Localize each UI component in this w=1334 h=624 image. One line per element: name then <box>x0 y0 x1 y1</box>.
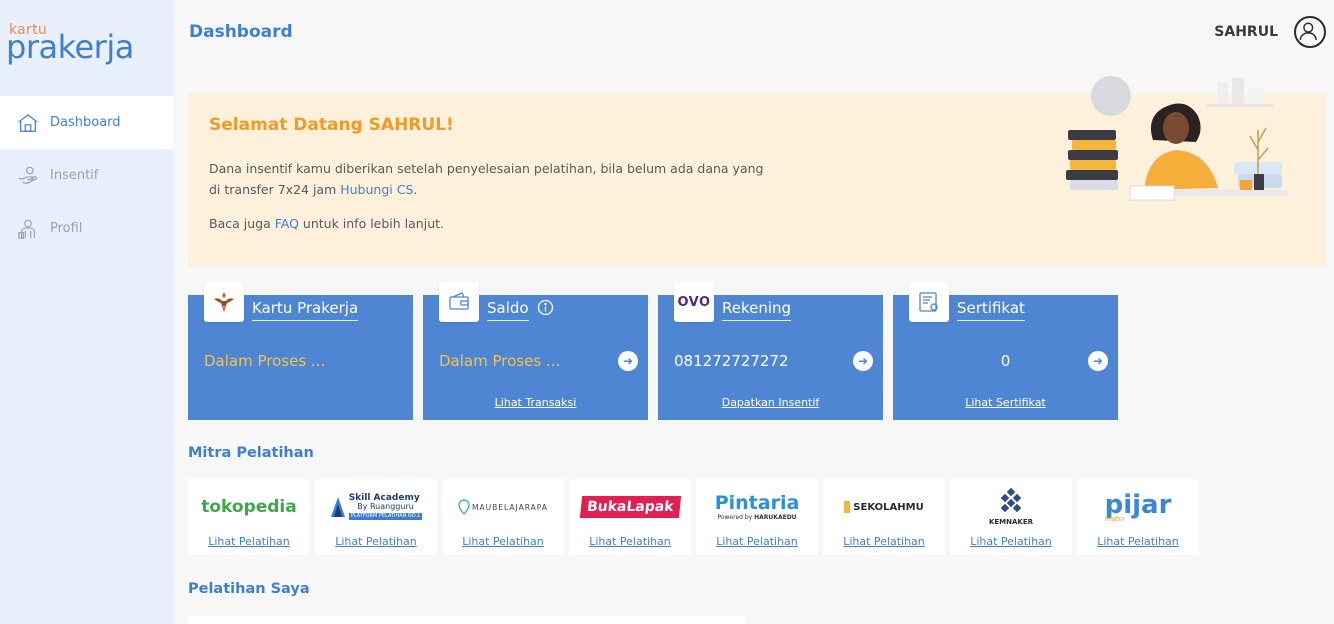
pelatihan-saya-panel <box>188 616 746 624</box>
mitra-pelatihan-title: Mitra Pelatihan <box>188 445 314 461</box>
pelatihan-saya-title: Pelatihan Saya <box>188 581 310 597</box>
card-title: Rekening <box>722 299 792 321</box>
wallet-icon <box>449 292 469 310</box>
lihat-pelatihan-link[interactable]: Lihat Pelatihan <box>442 535 564 548</box>
tokopedia-logo: tokopedia <box>188 487 310 527</box>
lihat-pelatihan-link[interactable]: Lihat Pelatihan <box>569 535 691 548</box>
welcome-text-body: Dana insentif kamu diberikan setelah pen… <box>209 161 764 197</box>
card-title: Sertifikat <box>957 299 1025 321</box>
hand-coin-icon <box>18 166 37 184</box>
card-saldo[interactable]: Saldo Dalam Proses ... ➜ Lihat Transaksi <box>423 282 648 420</box>
maubelajarapa-logo: MAUBELAJARAPA <box>442 487 564 527</box>
card-value: Dalam Proses ... <box>439 352 561 370</box>
maubelajarapa-text: MAUBELAJARAPA <box>472 502 548 512</box>
sidebar-item-profil[interactable]: Profil <box>0 202 173 255</box>
sidebar-item-label: Dashboard <box>50 115 121 130</box>
kemnaker-logo: KEMNAKER <box>950 487 1072 527</box>
garuda-icon <box>214 292 234 312</box>
sekolahmu-mark-icon <box>844 501 851 513</box>
faq-link[interactable]: FAQ <box>275 216 299 231</box>
person-icon <box>18 219 36 239</box>
lihat-pelatihan-link[interactable]: Lihat Pelatihan <box>1077 535 1199 548</box>
certificate-icon <box>919 292 938 312</box>
welcome-text: Dana insentif kamu diberikan setelah pen… <box>209 158 769 200</box>
tokopedia-logo-text: tokopedia <box>201 497 297 517</box>
welcome-heading: Selamat Datang SAHRUL! <box>209 115 454 135</box>
sidebar-item-dashboard[interactable]: Dashboard <box>0 96 173 149</box>
lihat-pelatihan-link[interactable]: Lihat Pelatihan <box>950 535 1072 548</box>
arrow-right-icon[interactable]: ➜ <box>853 351 873 371</box>
welcome-text-end: . <box>413 182 418 197</box>
pijar-logo: pijar mahir <box>1077 487 1199 527</box>
partner-maubelajarapa[interactable]: MAUBELAJARAPA Lihat Pelatihan <box>442 479 564 555</box>
skill-academy-sub: By Ruangguru <box>357 502 414 511</box>
skill-academy-mark-icon <box>330 497 345 517</box>
card-value: 081272727272 <box>674 352 789 370</box>
lihat-transaksi-link[interactable]: Lihat Transaksi <box>423 396 648 409</box>
card-value: Dalam Proses ... <box>204 352 326 370</box>
logo-prakerja-text: prakerja <box>6 28 134 66</box>
lihat-pelatihan-link[interactable]: Lihat Pelatihan <box>188 535 310 548</box>
dapatkan-insentif-link[interactable]: Dapatkan Insentif <box>658 396 883 409</box>
home-icon <box>18 113 38 132</box>
skill-academy-platform: PLATFORM PELATIHAN NO.1 <box>348 513 423 520</box>
card-rekening[interactable]: OVO Rekening 081272727272 ➜ Dapatkan Ins… <box>658 282 883 420</box>
card-title: Kartu Prakerja <box>252 299 359 321</box>
pin-icon <box>458 499 470 515</box>
bukalapak-text: BukaLapak <box>579 496 681 518</box>
card-icon-box <box>909 282 949 322</box>
lihat-pelatihan-link[interactable]: Lihat Pelatihan <box>696 535 818 548</box>
arrow-right-icon[interactable]: ➜ <box>1088 351 1108 371</box>
pintaria-text: Pintaria <box>714 491 800 514</box>
studying-woman-illustration <box>1066 76 1288 201</box>
card-value: 0 <box>1000 352 1011 370</box>
partner-tokopedia[interactable]: tokopedia Lihat Pelatihan <box>188 479 310 555</box>
sidebar-nav: Dashboard Insentif Profil <box>0 96 173 255</box>
info-icon[interactable] <box>537 299 554 316</box>
hubungi-cs-link[interactable]: Hubungi CS <box>340 182 413 197</box>
card-title-text: Saldo <box>487 299 529 317</box>
partner-pintaria[interactable]: Pintaria Powered by HARUKAEDU Lihat Pela… <box>696 479 818 555</box>
partner-bukalapak[interactable]: BukaLapak Lihat Pelatihan <box>569 479 691 555</box>
partner-sekolahmu[interactable]: SEKOLAHMU Lihat Pelatihan <box>823 479 945 555</box>
lihat-sertifikat-link[interactable]: Lihat Sertifikat <box>893 396 1118 409</box>
card-icon-box <box>439 282 479 322</box>
kemnaker-mark-icon <box>1000 487 1022 513</box>
card-sertifikat[interactable]: Sertifikat 0 ➜ Lihat Sertifikat <box>893 282 1118 420</box>
faq-text: Baca juga FAQ untuk info lebih lanjut. <box>209 216 444 231</box>
user-avatar[interactable] <box>1294 16 1326 48</box>
sekolahmu-text: SEKOLAHMU <box>853 501 924 513</box>
user-name[interactable]: SAHRUL <box>1214 24 1278 40</box>
prakerja-logo[interactable]: kartu prakerja <box>0 0 173 96</box>
sidebar-item-insentif[interactable]: Insentif <box>0 149 173 202</box>
pintaria-powered: Powered by <box>717 513 753 521</box>
skill-academy-logo: Skill Academy By Ruangguru PLATFORM PELA… <box>315 487 437 527</box>
page-title: Dashboard <box>189 22 293 42</box>
sidebar: kartu prakerja Dashboard Insentif Profil <box>0 0 173 624</box>
lihat-pelatihan-link[interactable]: Lihat Pelatihan <box>823 535 945 548</box>
sidebar-item-label: Profil <box>50 221 83 236</box>
user-icon <box>1299 22 1317 40</box>
pintaria-logo: Pintaria Powered by HARUKAEDU <box>696 487 818 527</box>
ovo-logo: OVO <box>677 294 711 310</box>
partner-kemnaker[interactable]: KEMNAKER Lihat Pelatihan <box>950 479 1072 555</box>
partner-pijar[interactable]: pijar mahir Lihat Pelatihan <box>1077 479 1199 555</box>
arrow-right-icon[interactable]: ➜ <box>618 351 638 371</box>
sidebar-item-label: Insentif <box>50 168 99 183</box>
sekolahmu-logo: SEKOLAHMU <box>823 487 945 527</box>
partner-skill-academy[interactable]: Skill Academy By Ruangguru PLATFORM PELA… <box>315 479 437 555</box>
card-icon-box: OVO <box>674 282 714 322</box>
faq-text-end: untuk info lebih lanjut. <box>298 216 444 231</box>
faq-text-start: Baca juga <box>209 216 275 231</box>
card-title: Saldo <box>487 299 529 321</box>
lihat-pelatihan-link[interactable]: Lihat Pelatihan <box>315 535 437 548</box>
kemnaker-text: KEMNAKER <box>988 518 1034 526</box>
card-icon-box <box>204 282 244 322</box>
pijar-text: pijar <box>1104 489 1172 520</box>
bukalapak-logo: BukaLapak <box>569 487 691 527</box>
card-kartu-prakerja[interactable]: Kartu Prakerja Dalam Proses ... <box>188 282 413 420</box>
harukaedu-text: HARUKAEDU <box>754 513 797 521</box>
